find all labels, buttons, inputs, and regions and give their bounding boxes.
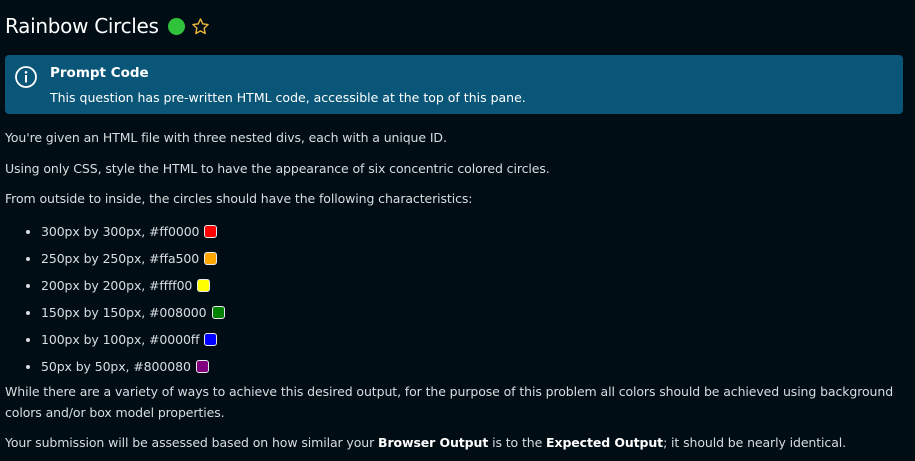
bullet-dot <box>26 364 30 369</box>
list-item: 50px by 50px, #800080 <box>24 353 225 380</box>
problem-pane: Rainbow Circles Prompt Code This questio… <box>0 0 915 461</box>
circle-spec-text: 300px by 300px, #ff0000 <box>41 224 200 239</box>
assessment-text: ; it should be nearly identical. <box>663 435 847 450</box>
circle-spec-text: 200px by 200px, #ffff00 <box>41 278 193 293</box>
bullet-dot <box>26 256 30 261</box>
page-title: Rainbow Circles <box>5 14 159 38</box>
circle-spec-text: 100px by 100px, #0000ff <box>41 332 200 347</box>
bullet-dot <box>26 337 30 342</box>
completion-status-icon <box>167 18 185 35</box>
info-icon <box>15 66 37 88</box>
expected-output-label: Expected Output <box>546 435 664 450</box>
bullet-dot <box>26 283 30 288</box>
browser-output-label: Browser Output <box>378 435 489 450</box>
assessment-text: Your submission will be assessed based o… <box>5 435 379 450</box>
color-swatch-icon <box>204 225 218 238</box>
color-swatch-icon <box>204 252 218 265</box>
list-item: 150px by 150px, #008000 <box>24 299 225 326</box>
color-swatch-icon <box>195 360 209 373</box>
bullet-dot <box>26 310 30 315</box>
list-item: 100px by 100px, #0000ff <box>24 326 225 353</box>
color-swatch-icon <box>211 306 225 319</box>
prompt-code-callout: Prompt Code This question has pre-writte… <box>5 55 903 114</box>
paragraph-assessment: Your submission will be assessed based o… <box>5 435 846 450</box>
list-item: 200px by 200px, #ffff00 <box>24 272 225 299</box>
star-icon <box>192 17 209 34</box>
assessment-text: is to the <box>488 435 547 450</box>
circle-spec-text: 50px by 50px, #800080 <box>41 359 191 374</box>
paragraph-characteristics: From outside to inside, the circles shou… <box>5 191 473 206</box>
circle-spec-text: 150px by 150px, #008000 <box>41 305 207 320</box>
paragraph-intro: You're given an HTML file with three nes… <box>5 130 447 145</box>
title-row: Rainbow Circles <box>5 12 211 40</box>
paragraph-constraints: While there are a variety of ways to ach… <box>5 384 894 420</box>
bullet-dot <box>26 229 30 234</box>
circle-spec-text: 250px by 250px, #ffa500 <box>41 251 200 266</box>
circle-spec-list: 300px by 300px, #ff0000 250px by 250px, #… <box>24 218 225 380</box>
color-swatch-icon <box>204 333 218 346</box>
callout-body: This question has pre-written HTML code,… <box>50 90 526 105</box>
callout-title: Prompt Code <box>50 65 149 81</box>
paragraph-instructions: Using only CSS, style the HTML to have t… <box>5 161 550 176</box>
list-item: 250px by 250px, #ffa500 <box>24 245 225 272</box>
list-item: 300px by 300px, #ff0000 <box>24 218 225 245</box>
color-swatch-icon <box>197 279 211 292</box>
favorite-star-icon[interactable] <box>191 16 211 36</box>
